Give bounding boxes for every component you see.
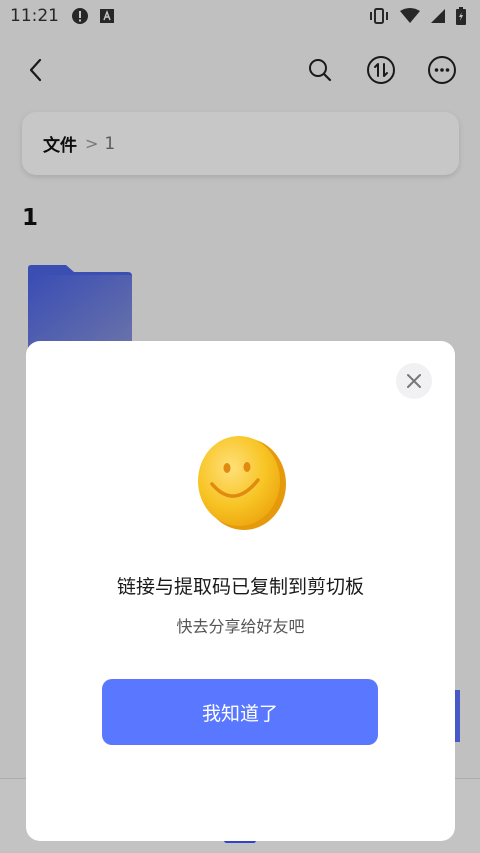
- confirm-button[interactable]: 我知道了: [102, 679, 378, 745]
- copy-success-dialog: 链接与提取码已复制到剪切板 快去分享给好友吧 我知道了: [26, 341, 455, 841]
- dialog-subtitle: 快去分享给好友吧: [176, 617, 305, 636]
- smiley-icon: [198, 436, 286, 530]
- dialog-title: 链接与提取码已复制到剪切板: [116, 576, 364, 598]
- close-icon: [407, 374, 421, 388]
- close-button[interactable]: [396, 363, 432, 399]
